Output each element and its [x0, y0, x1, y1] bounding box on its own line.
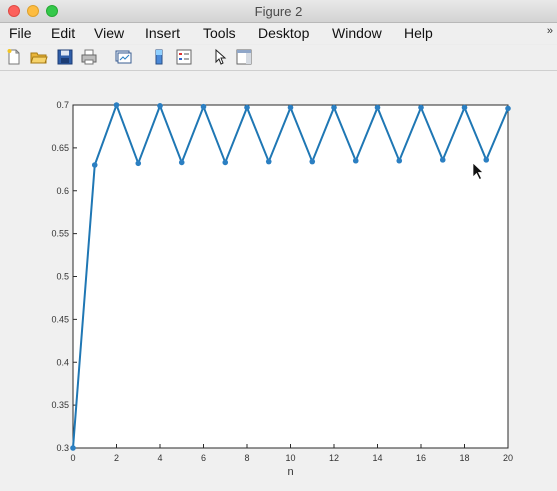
menu-overflow-icon[interactable]: » [547, 25, 553, 37]
data-point [461, 104, 468, 111]
menu-file[interactable]: File [9, 25, 32, 41]
x-tick-label: 10 [285, 453, 295, 463]
menu-view[interactable]: View [94, 25, 124, 41]
y-tick-label: 0.4 [56, 357, 69, 367]
data-point [352, 157, 359, 164]
print-icon[interactable] [80, 48, 98, 66]
data-point [113, 102, 120, 108]
insert-colorbar-icon[interactable] [150, 48, 168, 66]
data-point [244, 104, 250, 111]
y-tick-label: 0.7 [56, 100, 69, 110]
data-point [309, 158, 316, 165]
menu-insert[interactable]: Insert [145, 25, 180, 41]
x-tick-label: 14 [372, 453, 382, 463]
data-point [70, 445, 76, 451]
x-tick-label: 20 [503, 453, 513, 463]
x-tick-label: 8 [244, 453, 249, 463]
menu-bar: File Edit View Insert Tools Desktop Wind… [0, 23, 557, 44]
data-point [418, 104, 424, 111]
x-tick-label: 6 [201, 453, 206, 463]
figure-toolbar [0, 45, 557, 71]
insert-legend-icon[interactable] [175, 48, 193, 66]
data-point [287, 104, 294, 111]
data-point [439, 157, 446, 163]
x-tick-label: 16 [416, 453, 426, 463]
y-tick-label: 0.5 [56, 272, 69, 282]
edit-plot-arrow-icon[interactable] [211, 48, 229, 66]
menu-edit[interactable]: Edit [51, 25, 75, 41]
y-tick-label: 0.35 [51, 400, 69, 410]
menu-tools[interactable]: Tools [203, 25, 236, 41]
data-point [91, 162, 98, 168]
window-titlebar: Figure 2 [0, 0, 557, 23]
data-point [222, 159, 229, 166]
line-plot[interactable]: 0 2 4 6 8 10 12 14 16 18 20 0.3 0.35 0.4 0.45 0.5 0.55 0.… [0, 71, 557, 491]
y-tick-label: 0.3 [56, 443, 69, 453]
data-point [265, 158, 272, 165]
data-point [396, 157, 403, 164]
x-tick-label: 0 [70, 453, 75, 463]
show-plot-tools-icon[interactable] [235, 48, 253, 66]
data-point [135, 160, 142, 167]
menu-help[interactable]: Help [404, 25, 433, 41]
data-point [178, 159, 185, 166]
menu-desktop[interactable]: Desktop [258, 25, 309, 41]
y-tick-label: 0.65 [51, 143, 69, 153]
axes-box [72, 104, 509, 449]
x-tick-label: 18 [459, 453, 469, 463]
save-icon[interactable] [56, 48, 74, 66]
menu-window[interactable]: Window [332, 25, 382, 41]
new-figure-icon[interactable] [5, 48, 23, 66]
link-plot-icon[interactable] [114, 48, 132, 66]
x-tick-label: 4 [157, 453, 162, 463]
data-point [331, 104, 337, 111]
open-file-icon[interactable] [30, 48, 48, 66]
y-tick-label: 0.45 [51, 314, 69, 324]
data-point [157, 103, 163, 109]
data-point [200, 103, 207, 110]
data-point [374, 104, 381, 111]
x-tick-label: 12 [329, 453, 339, 463]
data-point [505, 105, 511, 112]
x-axis-label: n [287, 466, 293, 478]
x-tick-label: 2 [114, 453, 119, 463]
y-tick-label: 0.6 [56, 186, 69, 196]
data-point [483, 157, 490, 163]
window-title: Figure 2 [254, 4, 303, 19]
y-tick-label: 0.55 [51, 229, 69, 239]
